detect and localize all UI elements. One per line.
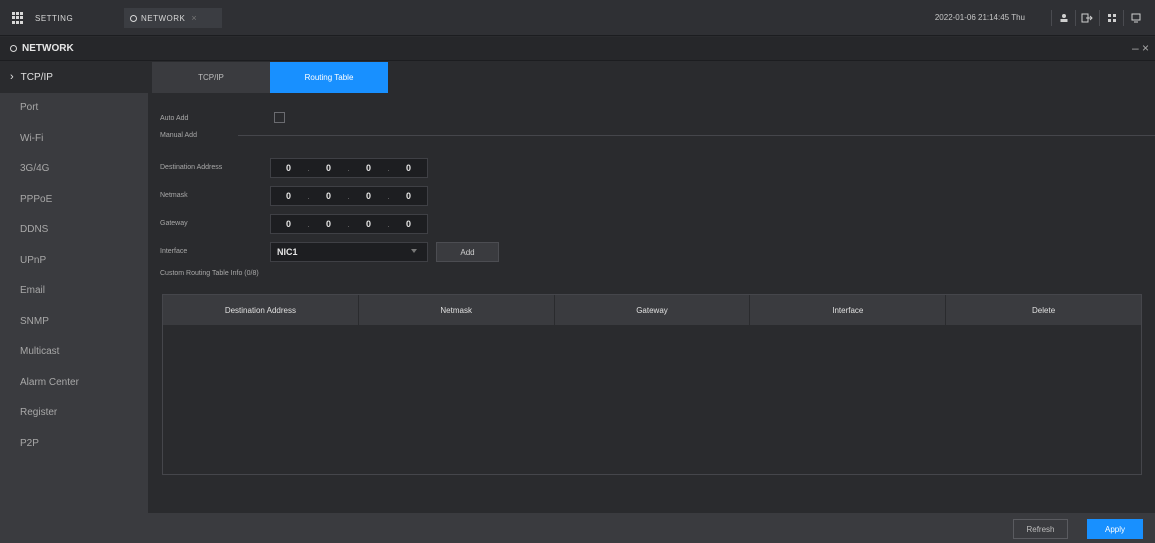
- manual-add-label: Manual Add: [160, 132, 197, 139]
- ip-octet[interactable]: 0: [271, 191, 306, 201]
- sidebar-item-label: P2P: [20, 437, 39, 449]
- routing-table: Destination Address Netmask Gateway Inte…: [162, 294, 1142, 475]
- ip-octet[interactable]: 0: [351, 219, 386, 229]
- column-header-netmask: Netmask: [359, 295, 555, 325]
- sidebar-item-label: Alarm Center: [20, 376, 79, 388]
- chevron-down-icon: [411, 249, 417, 253]
- netmask-input[interactable]: 0. 0. 0. 0: [270, 186, 428, 206]
- column-header-delete: Delete: [1032, 305, 1056, 315]
- tab-network-label: NETWORK: [141, 13, 186, 23]
- grid-menu-icon: [12, 11, 25, 25]
- column-header-destination: Destination Address: [163, 295, 359, 325]
- sidebar-item-label: Multicast: [20, 346, 60, 358]
- table-header: Destination Address Netmask Gateway Inte…: [163, 295, 1141, 325]
- clock-display: 2022-01-06 21:14:45 Thu: [934, 13, 1025, 22]
- sidebar-item-multicast[interactable]: Multicast: [0, 337, 148, 368]
- column-header-interface: Interface: [750, 295, 947, 325]
- ip-octet[interactable]: 0: [311, 219, 346, 229]
- page-title-label: NETWORK: [22, 43, 74, 54]
- sidebar-item-label: SNMP: [20, 315, 49, 327]
- ip-octet[interactable]: 0: [391, 219, 426, 229]
- monitor-icon[interactable]: [1123, 10, 1147, 26]
- sidebar-item-pppoe[interactable]: PPPoE: [0, 184, 148, 215]
- column-header-gateway: Gateway: [555, 295, 751, 325]
- gateway-input[interactable]: 0. 0. 0. 0: [270, 214, 428, 234]
- divider: [238, 135, 1155, 136]
- globe-icon: [10, 45, 17, 52]
- refresh-button[interactable]: Refresh: [1013, 519, 1068, 539]
- sidebar-item-tcpip[interactable]: › TCP/IP: [0, 62, 148, 93]
- globe-icon: [130, 14, 137, 22]
- ip-octet[interactable]: 0: [311, 163, 346, 173]
- sidebar-item-label: PPPoE: [20, 193, 53, 205]
- sidebar-item-snmp[interactable]: SNMP: [0, 306, 148, 337]
- auto-add-checkbox[interactable]: [274, 112, 285, 123]
- user-icon[interactable]: [1051, 10, 1075, 26]
- sidebar-item-label: Port: [20, 102, 39, 114]
- destination-address-label: Destination Address: [160, 164, 223, 171]
- tab-tcpip[interactable]: TCP/IP: [152, 62, 270, 93]
- netmask-label: Netmask: [160, 192, 188, 199]
- page-title: NETWORK: [10, 43, 74, 54]
- sidebar-item-label: Email: [20, 285, 46, 297]
- custom-routing-info: Custom Routing Table Info (0/8): [160, 270, 259, 277]
- footer-bar: Refresh Apply: [148, 513, 1155, 543]
- main-panel: TCP/IP Routing Table Auto Add Manual Add…: [148, 62, 1155, 543]
- ip-octet[interactable]: 0: [311, 191, 346, 201]
- ip-octet[interactable]: 0: [351, 191, 386, 201]
- sidebar-item-label: Wi-Fi: [20, 132, 44, 144]
- toolbar-icons: [1051, 10, 1147, 26]
- ip-octet[interactable]: 0: [351, 163, 386, 173]
- ip-octet[interactable]: 0: [271, 219, 306, 229]
- sidebar-item-email[interactable]: Email: [0, 276, 148, 307]
- close-icon[interactable]: ×: [191, 13, 197, 23]
- section-header: NETWORK – ×: [0, 37, 1155, 61]
- destination-address-input[interactable]: 0. 0. 0. 0: [270, 158, 428, 178]
- sidebar-item-label: 3G/4G: [20, 163, 50, 175]
- sidebar-item-wifi[interactable]: Wi-Fi: [0, 123, 148, 154]
- tab-setting-label: SETTING: [35, 13, 74, 23]
- tab-network[interactable]: NETWORK ×: [124, 8, 222, 28]
- sidebar-item-label: TCP/IP: [20, 71, 53, 83]
- apply-button[interactable]: Apply: [1087, 519, 1143, 539]
- logout-icon[interactable]: [1075, 10, 1099, 26]
- top-bar: SETTING NETWORK × 2022-01-06 21:14:45 Th…: [0, 0, 1155, 36]
- grid-menu-icon[interactable]: [1099, 10, 1123, 26]
- sidebar-item-label: UPnP: [20, 254, 47, 266]
- auto-add-label: Auto Add: [160, 115, 189, 122]
- interface-select[interactable]: NIC1: [270, 242, 428, 262]
- sidebar-item-ddns[interactable]: DDNS: [0, 215, 148, 246]
- ip-octet[interactable]: 0: [271, 163, 306, 173]
- sidebar-item-label: DDNS: [20, 224, 49, 236]
- chevron-right-icon: ›: [10, 71, 14, 84]
- interface-label: Interface: [160, 248, 188, 255]
- sidebar: › TCP/IP Port Wi-Fi 3G/4G PPPoE DDNS UPn…: [0, 62, 148, 543]
- interface-select-value: NIC1: [277, 247, 298, 257]
- sidebar-item-upnp[interactable]: UPnP: [0, 245, 148, 276]
- ip-octet[interactable]: 0: [391, 163, 426, 173]
- sub-tabs: TCP/IP Routing Table: [152, 62, 388, 93]
- tab-routing-table[interactable]: Routing Table: [270, 62, 388, 93]
- gateway-label: Gateway: [160, 220, 188, 227]
- sidebar-item-3g4g[interactable]: 3G/4G: [0, 154, 148, 185]
- window-controls[interactable]: – ×: [1132, 41, 1149, 55]
- tab-setting[interactable]: SETTING: [8, 8, 118, 28]
- sidebar-item-port[interactable]: Port: [0, 93, 148, 124]
- sidebar-item-register[interactable]: Register: [0, 398, 148, 429]
- add-button[interactable]: Add: [436, 242, 499, 262]
- sidebar-item-p2p[interactable]: P2P: [0, 428, 148, 459]
- ip-octet[interactable]: 0: [391, 191, 426, 201]
- sidebar-item-alarm-center[interactable]: Alarm Center: [0, 367, 148, 398]
- sidebar-item-label: Register: [20, 407, 58, 419]
